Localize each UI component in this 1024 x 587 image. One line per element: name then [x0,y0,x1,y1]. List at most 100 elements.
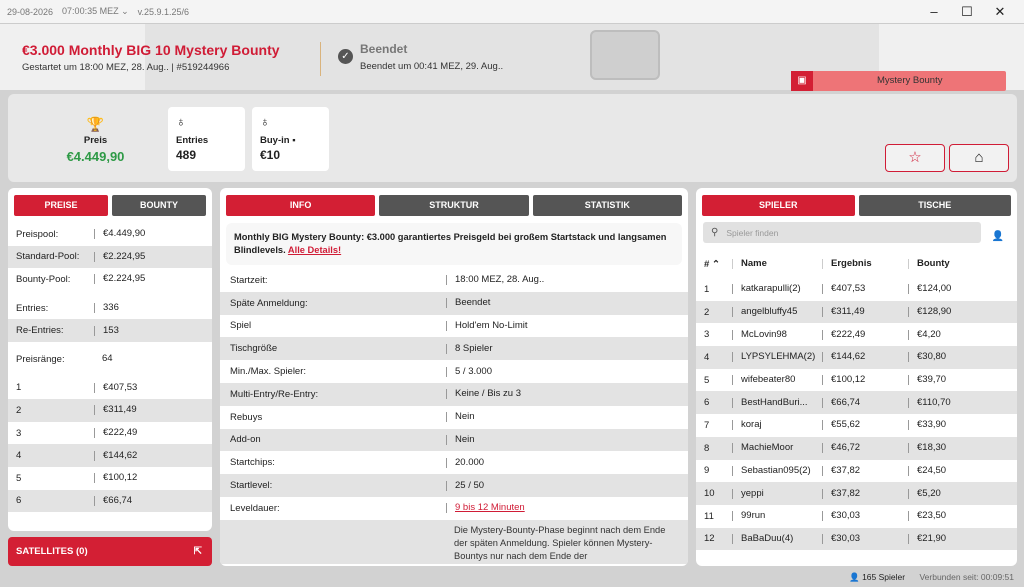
badge-label: Mystery Bounty [877,75,943,86]
info-row: Startchips: 20.000 [230,456,485,469]
player-row[interactable]: 1 katkarapulli(2) €407,53 €124,00 [696,278,1017,301]
entries-label: Entries [176,135,209,146]
payout-row: 4 €144,62 [8,444,212,467]
tournament-description: Monthly BIG Mystery Bounty: €3.000 garan… [226,223,682,265]
tab-tische[interactable]: TISCHE [858,195,1011,216]
medal-icon: ♁ [260,114,270,129]
entries-row: Entries: 336 [16,302,119,314]
clock-dropdown[interactable]: 07:00:35 MEZ ⌄ [62,6,129,17]
mystery-bounty-badge: ▣ Mystery Bounty [791,71,1006,91]
player-row[interactable]: 10 yeppi €37,82 €5,20 [696,482,1017,505]
satellites-button[interactable]: SATELLITES (0) ⇱ [8,537,212,566]
player-count: 165 Spieler [862,572,906,582]
external-link-icon: ⇱ [193,546,202,557]
maximize-icon[interactable]: ☐ [960,4,974,20]
search-icon: ⚲ [711,227,719,238]
info-row: Startzeit: 18:00 MEZ, 28. Aug.. [230,274,545,286]
info-row-long: Die Mystery-Bounty-Phase beginnt nach de… [220,519,688,564]
payout-row: 1 €407,53 [16,381,138,394]
info-row: Multi-Entry/Re-Entry: Keine / Bis zu 3 [220,382,688,406]
close-icon[interactable]: ✕ [993,4,1007,20]
status-title: Beendet [360,42,408,56]
title-bar: 29-08-2026 07:00:35 MEZ ⌄ v.25.9.1.25/6 … [0,0,1024,24]
level-duration-link[interactable]: 9 bis 12 Minuten [446,503,525,514]
payout-row: 5 €100,12 [16,472,138,484]
briefcase-graphic [590,30,660,80]
players-header: # ⌃ Name Ergebnis Bounty [696,252,1017,276]
entries-card: ♁ Entries 489 [168,107,245,171]
medal-icon: ♁ [176,114,186,129]
player-row[interactable]: 12 BaBaDuu(4) €30,03 €21,90 [696,527,1017,551]
mystery-phase-text: Die Mystery-Bounty-Phase beginnt nach de… [454,524,666,561]
trophy-icon: 🏆 [86,116,105,132]
player-search[interactable]: ⚲ Spieler finden [703,222,981,243]
lobby-home-button[interactable]: ⌂ [949,144,1009,172]
prizes-panel: PREISE BOUNTY Preispool: €4.449,90 Standa… [8,188,212,531]
buyin-value: €10 [260,148,281,162]
minimize-icon[interactable]: – [927,4,941,20]
info-row: Späte Anmeldung: Beendet [220,291,688,315]
tournament-subtitle: Gestartet um 18:00 MEZ, 28. Aug.. | #519… [22,62,230,73]
prize-row: Standard-Pool: €2.224,95 [8,245,212,269]
info-icon[interactable]: ▪ [292,135,295,146]
player-row[interactable]: 9 Sebastian095(2) €37,82 €24,50 [696,460,1017,483]
info-row: Leveldauer: 9 bis 12 Minuten [230,502,525,514]
info-row: Spiel Hold'em No-Limit [230,319,528,332]
sort-asc-icon[interactable]: ⌃ [712,259,720,270]
player-row[interactable]: 5 wifebeater80 €100,12 €39,70 [696,369,1017,392]
prize-row: Preispool: €4.449,90 [16,228,146,240]
star-icon: ☆ [908,149,922,166]
info-row: Tischgröße 8 Spieler [220,337,688,361]
check-circle-icon: ✓ [338,49,353,64]
players-panel: SPIELER TISCHE ⚲ Spieler finden 👤 # ⌃ Na… [696,188,1017,566]
players-icon: 👤 [849,572,860,582]
payout-row: 6 €66,74 [8,489,212,513]
home-icon: ⌂ [974,149,984,166]
favorite-button[interactable]: ☆ [885,144,945,172]
tournament-title: €3.000 Monthly BIG 10 Mystery Bounty [22,42,280,58]
col-rank[interactable]: # [704,259,709,270]
connection-status: Verbunden seit: 00:09:51 [919,572,1014,582]
player-row[interactable]: 3 McLovin98 €222,49 €4,20 [696,323,1017,346]
tab-statistik[interactable]: STATISTIK [532,195,682,216]
search-input[interactable]: Spieler finden [726,228,778,238]
satellites-label: SATELLITES (0) [16,546,88,557]
prize-value: €4.449,90 [66,149,125,164]
tab-info[interactable]: INFO [226,195,376,216]
tab-spieler[interactable]: SPIELER [702,195,855,216]
tab-bounty[interactable]: BOUNTY [112,195,206,216]
info-panel: INFO STRUKTUR STATISTIK Monthly BIG Myst… [220,188,688,566]
buyin-card: ♁ Buy-in ▪ €10 [252,107,329,171]
user-icon[interactable]: 👤 [992,231,1004,242]
buyin-label: Buy-in [260,135,290,146]
player-row[interactable]: 4 LYPSYLEHMA(2) €144,62 €30,80 [696,346,1017,369]
entries-row: Re-Entries: 153 [8,319,212,342]
player-row[interactable]: 8 MachieMoor €46,72 €18,30 [696,436,1017,460]
status-subtitle: Beendet um 00:41 MEZ, 29. Aug.. [360,61,504,72]
prize-block: 🏆 Preis €4.449,90 [58,116,133,164]
player-row[interactable]: 7 koraj €55,62 €33,90 [696,414,1017,437]
info-row: Min./Max. Spieler: 5 / 3.000 [230,365,492,378]
player-row[interactable]: 11 99run €30,03 €23,50 [696,505,1017,528]
prize-label: Preis [83,135,108,146]
details-link[interactable]: Alle Details! [288,245,341,255]
tournament-header: €3.000 Monthly BIG 10 Mystery Bounty Ges… [0,24,1024,91]
info-row: Rebuys Nein [230,411,475,423]
payout-row: 2 €311,49 [8,399,212,422]
player-row[interactable]: 2 angelbluffy45 €311,49 €128,90 [696,300,1017,324]
col-bounty[interactable]: Bounty [908,259,988,269]
tab-preise[interactable]: PREISE [14,195,108,216]
version-label: v.25.9.1.25/6 [137,6,189,17]
prize-row: Bounty-Pool: €2.224,95 [16,273,146,285]
info-row: Startlevel: 25 / 50 [220,474,688,497]
entries-value: 489 [176,148,197,162]
briefcase-icon: ▣ [791,71,813,91]
col-result[interactable]: Ergebnis [822,259,908,269]
col-name[interactable]: Name [732,259,822,269]
player-row[interactable]: 6 BestHandBuri... €66,74 €110,70 [696,391,1017,415]
header-divider [320,42,321,76]
status-footer: 👤 165 Spieler Verbunden seit: 00:09:51 [849,572,1014,583]
places-row: Preisränge: 64 [16,353,113,365]
tab-struktur[interactable]: STRUKTUR [379,195,529,216]
payout-row: 3 €222,49 [16,427,138,439]
